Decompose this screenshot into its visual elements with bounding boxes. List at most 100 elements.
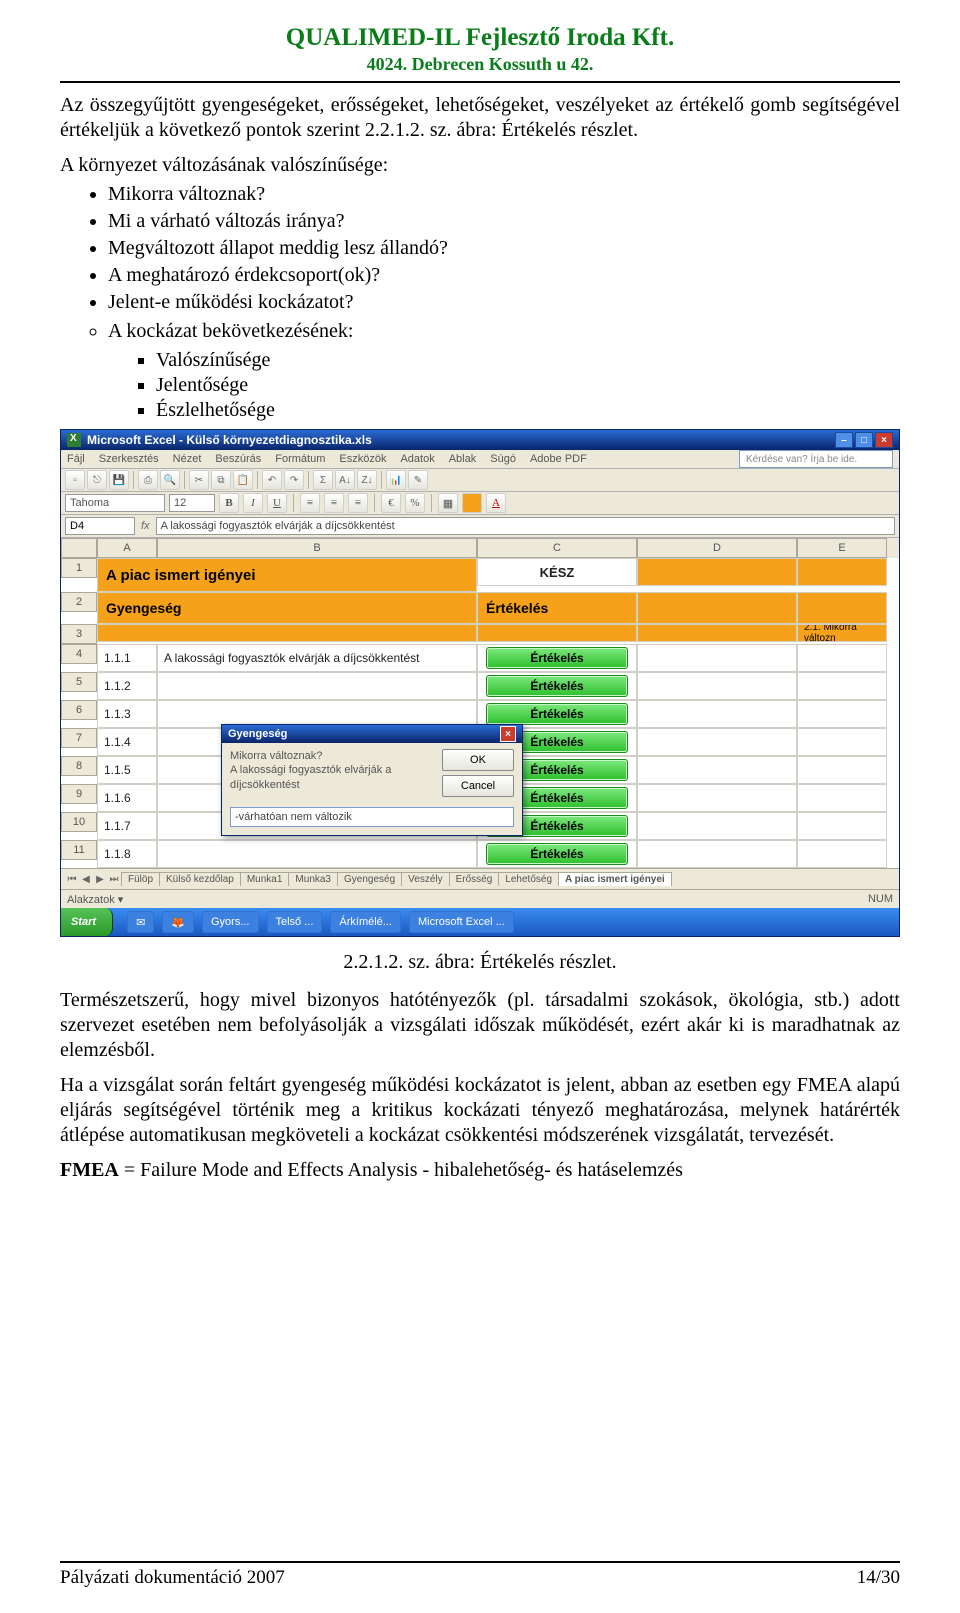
row-number-cell[interactable]: 1.1.7 [97,812,157,840]
empty-cell[interactable] [637,728,797,756]
dialog-close-button[interactable]: × [500,726,516,742]
percent-button[interactable]: % [405,493,425,513]
dialog-ok-button[interactable]: OK [442,749,514,771]
row-header[interactable]: 9 [61,784,97,804]
row-number-cell[interactable]: 1.1.4 [97,728,157,756]
sheet-tab[interactable]: Fülöp [121,872,160,886]
tab-nav-prev[interactable]: ◀ [79,874,93,885]
taskbar-item[interactable]: Gyors... [202,911,259,933]
empty-cell[interactable] [797,784,887,812]
empty-cell[interactable] [637,784,797,812]
empty-cell[interactable] [637,644,797,672]
sheet-tab[interactable]: Munka3 [288,872,338,886]
sort-desc-icon[interactable]: Z↓ [357,470,377,490]
tab-nav-next[interactable]: ▶ [93,874,107,885]
currency-button[interactable]: € [381,493,401,513]
maximize-button[interactable]: □ [855,432,873,448]
empty-cell[interactable] [637,672,797,700]
formula-input[interactable]: A lakossági fogyasztók elvárják a díjcsö… [156,517,895,535]
borders-button[interactable]: ▦ [438,493,458,513]
sheet-tab[interactable]: Munka1 [240,872,290,886]
menu-data[interactable]: Adatok [400,453,434,465]
taskbar-item[interactable]: Telső ... [267,911,323,933]
sort-asc-icon[interactable]: A↓ [335,470,355,490]
sheet-tab[interactable]: Külső kezdőlap [159,872,241,886]
menu-help[interactable]: Súgó [490,453,516,465]
sheet-tab[interactable]: Veszély [401,872,449,886]
menu-edit[interactable]: Szerkesztés [99,453,159,465]
evaluate-button[interactable]: Értékelés [486,675,628,697]
empty-cell[interactable] [637,700,797,728]
sheet-tab[interactable]: Gyengeség [337,872,402,886]
empty-cell[interactable] [797,756,887,784]
taskbar-item[interactable]: Microsoft Excel ... [409,911,514,933]
row-header[interactable]: 7 [61,728,97,748]
menu-insert[interactable]: Beszúrás [215,453,261,465]
menu-pdf[interactable]: Adobe PDF [530,453,587,465]
bold-button[interactable]: B [219,493,239,513]
empty-cell[interactable] [797,700,887,728]
empty-cell[interactable] [797,672,887,700]
align-right-button[interactable]: ≡ [348,493,368,513]
new-icon[interactable]: ▫ [65,470,85,490]
empty-cell[interactable] [637,812,797,840]
row-number-cell[interactable]: 1.1.1 [97,644,157,672]
empty-cell[interactable] [797,840,887,868]
paste-icon[interactable]: 📋 [233,470,253,490]
copy-icon[interactable]: ⧉ [211,470,231,490]
row-text-cell[interactable] [157,672,477,700]
minimize-button[interactable]: – [835,432,853,448]
row-header[interactable]: 2 [61,592,97,612]
sheet-tab[interactable]: Lehetőség [498,872,559,886]
empty-cell[interactable] [797,644,887,672]
redo-icon[interactable]: ↷ [284,470,304,490]
menu-file[interactable]: Fájl [67,453,85,465]
italic-button[interactable]: I [243,493,263,513]
close-button[interactable]: × [875,432,893,448]
underline-button[interactable]: U [267,493,287,513]
drawing-icon[interactable]: ✎ [408,470,428,490]
dialog-input[interactable]: -várhatóan nem változik [230,807,514,827]
input-dialog[interactable]: Gyengeség × Mikorra változnak? A lakossá… [221,724,523,836]
font-size-box[interactable]: 12 [169,494,215,512]
sum-icon[interactable]: Σ [313,470,333,490]
align-left-button[interactable]: ≡ [300,493,320,513]
menubar[interactable]: Fájl Szerkesztés Nézet Beszúrás Formátum… [61,450,899,469]
dialog-cancel-button[interactable]: Cancel [442,775,514,797]
undo-icon[interactable]: ↶ [262,470,282,490]
col-header[interactable]: B [157,538,477,558]
print-icon[interactable]: ⎙ [138,470,158,490]
col-header[interactable]: D [637,538,797,558]
window-titlebar[interactable]: Microsoft Excel - Külső környezetdiagnos… [61,430,899,450]
row-header[interactable]: 4 [61,644,97,664]
tab-nav-last[interactable]: ⏭ [107,874,121,885]
empty-cell[interactable] [637,756,797,784]
row-header[interactable]: 6 [61,700,97,720]
empty-cell[interactable] [637,840,797,868]
row-number-cell[interactable]: 1.1.6 [97,784,157,812]
row-header[interactable]: 3 [61,624,97,644]
menu-tools[interactable]: Eszközök [339,453,386,465]
name-box[interactable]: D4 [65,517,135,535]
preview-icon[interactable]: 🔍 [160,470,180,490]
empty-cell[interactable] [797,728,887,756]
evaluate-button[interactable]: Értékelés [486,703,628,725]
col-header[interactable]: A [97,538,157,558]
fontcolor-button[interactable]: A [486,493,506,513]
cut-icon[interactable]: ✂ [189,470,209,490]
row-number-cell[interactable]: 1.1.3 [97,700,157,728]
taskbar-item[interactable]: ✉ [127,911,154,933]
row-text-cell[interactable]: A lakossági fogyasztók elvárják a díjcsö… [157,644,477,672]
font-name-box[interactable]: Tahoma [65,494,165,512]
col-header[interactable]: E [797,538,887,558]
start-button[interactable]: Start [61,908,113,936]
fillcolor-button[interactable] [462,493,482,513]
row-number-cell[interactable]: 1.1.5 [97,756,157,784]
save-icon[interactable]: 💾 [109,470,129,490]
sheet-tab-active[interactable]: A piac ismert igényei [558,872,672,886]
row-number-cell[interactable]: 1.1.2 [97,672,157,700]
taskbar-item[interactable]: Árkímélé... [330,911,401,933]
row-header[interactable]: 1 [61,558,97,578]
help-search-box[interactable]: Kérdése van? Írja be ide. [739,450,893,468]
tab-nav-first[interactable]: ⏮ [65,874,79,885]
